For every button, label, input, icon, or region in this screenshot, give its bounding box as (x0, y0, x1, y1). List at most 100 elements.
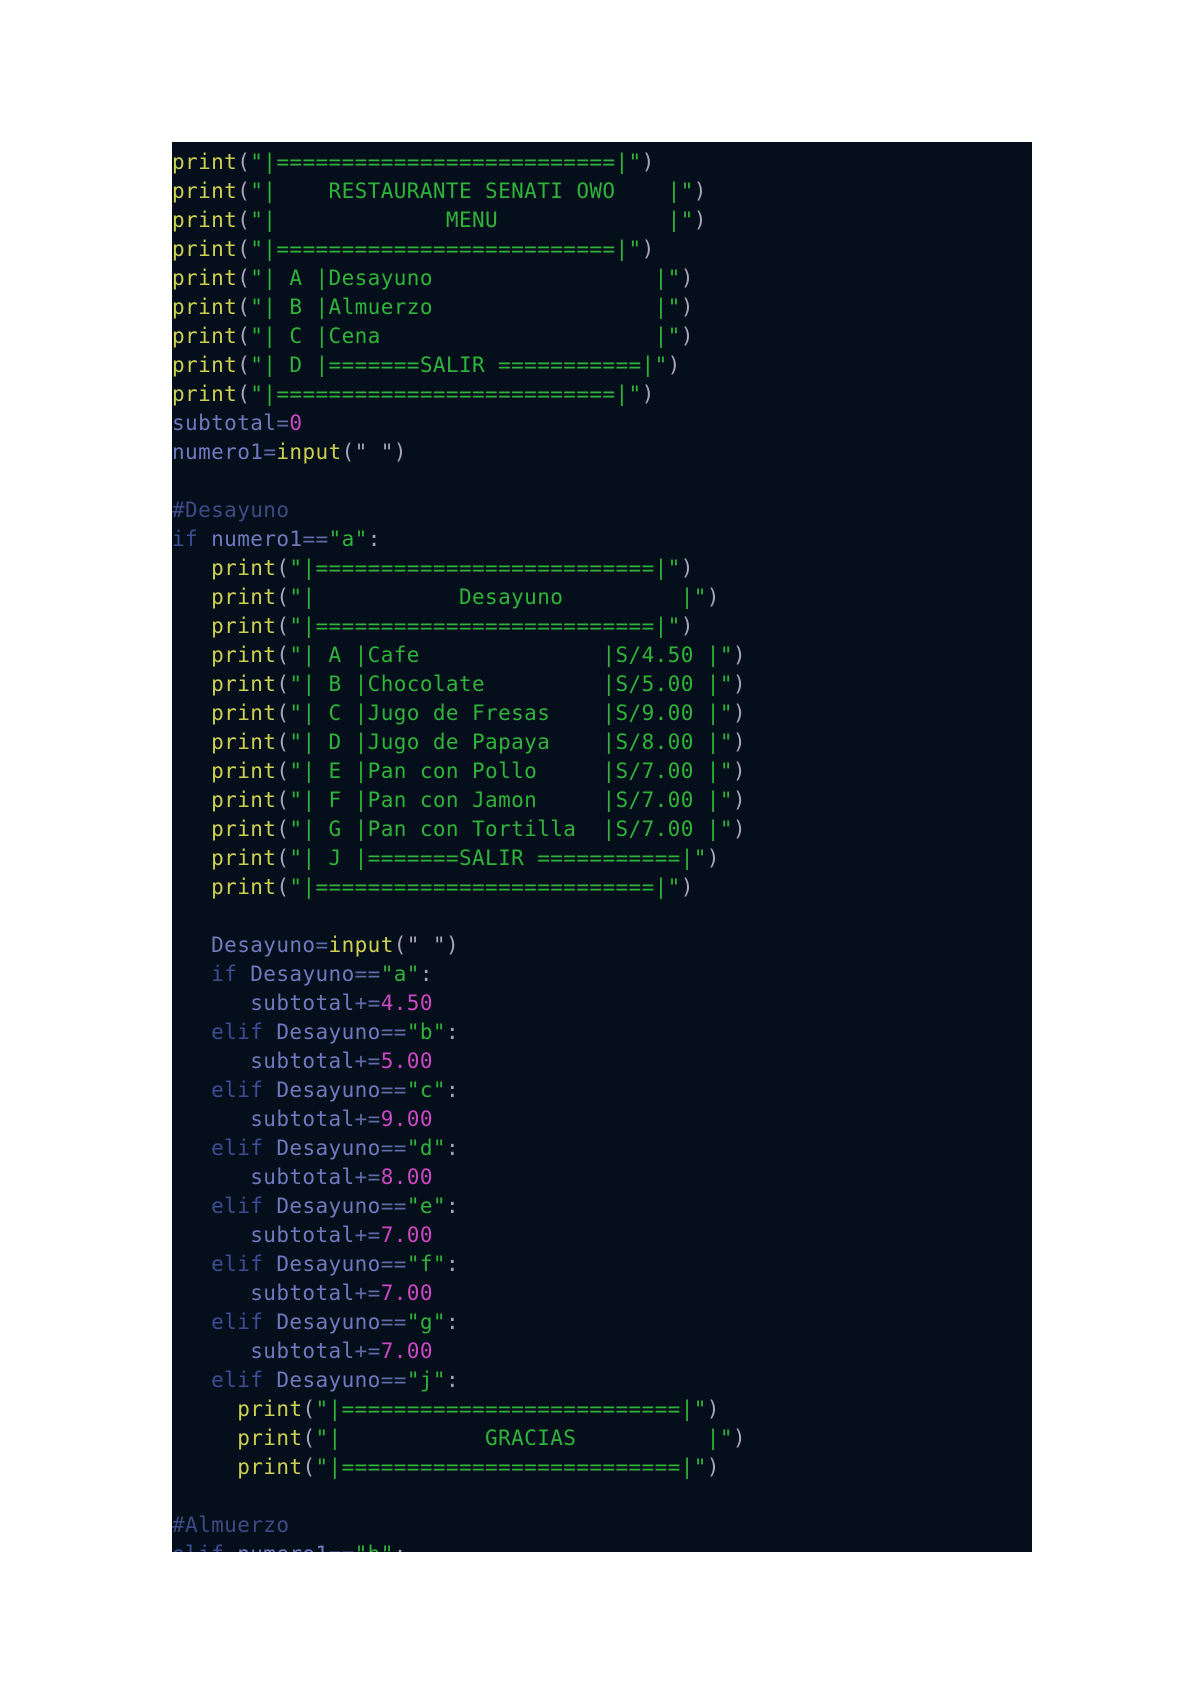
code-token: += (354, 991, 381, 1015)
code-token: print (172, 266, 238, 290)
code-token: print (172, 1455, 303, 1479)
code-token: elif (172, 1368, 277, 1392)
code-token: input (276, 440, 342, 464)
code-line: print("| E |Pan con Pollo |S/7.00 |") (172, 757, 746, 786)
code-token: " " (406, 933, 446, 957)
code-token: 7.00 (380, 1223, 433, 1247)
code-token: = (276, 411, 290, 435)
code-token: subtotal (172, 1339, 355, 1363)
code-token: ( (276, 817, 290, 841)
code-line: print("| MENU |") (172, 206, 746, 235)
code-token: ) (706, 1397, 720, 1421)
code-line: #Desayuno (172, 496, 746, 525)
code-token: : (419, 962, 433, 986)
code-token: ( (276, 585, 290, 609)
code-token: ( (341, 440, 355, 464)
code-token: ( (237, 208, 251, 232)
code-token: print (172, 875, 277, 899)
code-token: subtotal (172, 1049, 355, 1073)
code-token: " " (354, 440, 394, 464)
code-token: print (172, 1426, 303, 1450)
code-token: Desayuno (276, 1136, 381, 1160)
code-token: ( (276, 643, 290, 667)
code-token: == (380, 1020, 407, 1044)
code-token: ) (680, 295, 694, 319)
code-token: subtotal (172, 1281, 355, 1305)
code-token: += (354, 1281, 381, 1305)
code-line: elif Desayuno=="e": (172, 1192, 746, 1221)
code-line: print("|==========================|") (172, 380, 746, 409)
code-token: print (172, 382, 238, 406)
code-token: ( (237, 353, 251, 377)
code-token: elif (172, 1020, 277, 1044)
code-token: ( (276, 846, 290, 870)
code-token: ) (393, 440, 407, 464)
code-line: print("| G |Pan con Tortilla |S/7.00 |") (172, 815, 746, 844)
code-token: ) (732, 759, 746, 783)
code-token: ) (667, 353, 681, 377)
code-line: print("| RESTAURANTE SENATI OWO |") (172, 177, 746, 206)
code-token: : (367, 527, 381, 551)
code-token: ( (276, 875, 290, 899)
code-token: numero1 (237, 1542, 328, 1552)
code-token: "d" (406, 1136, 446, 1160)
code-token: == (380, 1368, 407, 1392)
code-token: ) (732, 701, 746, 725)
code-token: #Desayuno (172, 498, 290, 522)
code-token: "|==========================|" (315, 1397, 707, 1421)
code-token: == (302, 527, 329, 551)
code-token: print (172, 1397, 303, 1421)
code-token: elif (172, 1136, 277, 1160)
code-token: ) (706, 585, 720, 609)
code-token: = (315, 933, 329, 957)
code-line: print("| Desayuno |") (172, 583, 746, 612)
code-line: #Almuerzo (172, 1511, 746, 1540)
code-token: == (380, 1310, 407, 1334)
code-token: ( (237, 150, 251, 174)
code-token: print (172, 295, 238, 319)
code-token: ( (237, 295, 251, 319)
code-token: print (172, 556, 277, 580)
code-line: elif Desayuno=="j": (172, 1366, 746, 1395)
code-line: print("|==========================|") (172, 148, 746, 177)
code-token: subtotal (172, 1165, 355, 1189)
code-token: : (445, 1078, 459, 1102)
code-token: ( (237, 179, 251, 203)
code-token: subtotal (172, 1107, 355, 1131)
code-token: "|==========================|" (289, 875, 681, 899)
code-token: "| J |=======SALIR ===========|" (289, 846, 707, 870)
code-token: == (329, 1542, 355, 1552)
code-token: : (394, 1542, 407, 1552)
code-token: ) (641, 150, 655, 174)
code-token: : (445, 1368, 459, 1392)
code-token: "| C |Jugo de Fresas |S/9.00 |" (289, 701, 733, 725)
code-token: ( (276, 614, 290, 638)
code-token: ( (237, 324, 251, 348)
code-token: numero1 (172, 440, 264, 464)
code-token: print (172, 846, 277, 870)
code-token: : (445, 1020, 459, 1044)
code-token: print (172, 730, 277, 754)
code-token: ) (680, 614, 694, 638)
code-token: input (328, 933, 394, 957)
code-token: "| A |Cafe |S/4.50 |" (289, 643, 733, 667)
code-token: print (172, 179, 238, 203)
code-token: "e" (406, 1194, 446, 1218)
code-token: Desayuno (276, 1368, 381, 1392)
code-token: "b" (355, 1542, 394, 1552)
code-token: == (380, 1078, 407, 1102)
code-token: ) (732, 1426, 746, 1450)
code-token: ( (276, 730, 290, 754)
code-token: 4.50 (380, 991, 433, 1015)
code-token: "| RESTAURANTE SENATI OWO |" (250, 179, 694, 203)
code-token: ( (276, 672, 290, 696)
code-token: "c" (406, 1078, 446, 1102)
code-lines: print("|==========================|") pri… (172, 148, 746, 1552)
code-token: print (172, 208, 238, 232)
code-token: print (172, 614, 277, 638)
code-token: ( (276, 556, 290, 580)
code-line: Desayuno=input(" ") (172, 931, 746, 960)
code-token: "| C |Cena |" (250, 324, 681, 348)
code-editor-panel: print("|==========================|") pri… (172, 142, 1032, 1552)
code-token: 5.00 (380, 1049, 433, 1073)
